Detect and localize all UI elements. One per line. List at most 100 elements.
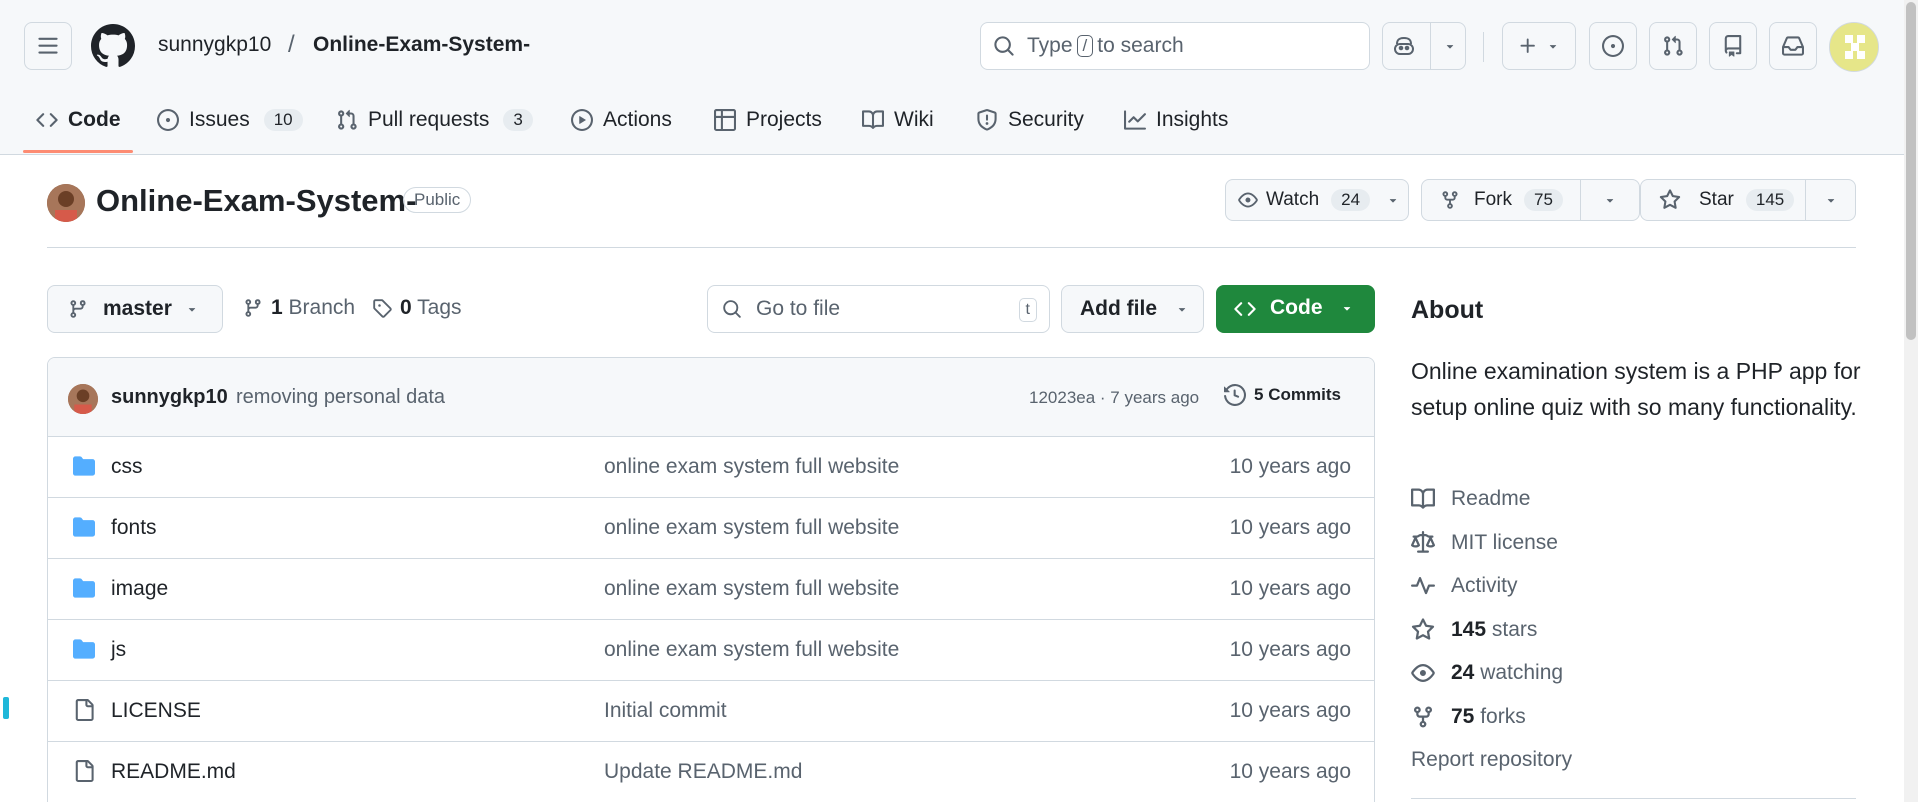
branches-link[interactable]: 1 Branch: [243, 296, 355, 320]
table-row[interactable]: image online exam system full website 10…: [48, 559, 1374, 620]
about-description: Online examination system is a PHP app f…: [1411, 358, 1861, 420]
commit-hash-age[interactable]: 12023ea · 7 years ago: [1029, 388, 1199, 408]
file-name[interactable]: image: [111, 577, 168, 601]
watchers-link[interactable]: 24 watching: [1411, 661, 1563, 685]
eye-icon: [1411, 661, 1435, 685]
readme-link[interactable]: Readme: [1411, 487, 1530, 511]
chevron-down-icon[interactable]: [1581, 180, 1639, 220]
stars-label: stars: [1491, 618, 1538, 641]
repo-icon: [1722, 35, 1744, 57]
github-logo-icon[interactable]: [91, 24, 135, 68]
breadcrumb-separator: /: [288, 31, 295, 58]
branches-label: Branch: [288, 296, 356, 319]
add-file-button[interactable]: Add file: [1061, 285, 1204, 333]
file-name[interactable]: LICENSE: [111, 699, 201, 723]
folder-icon: [72, 577, 96, 599]
file-commit-message[interactable]: online exam system full website: [604, 455, 899, 479]
latest-commit-row: sunnygkp10 removing personal data 12023e…: [48, 358, 1374, 437]
page-scrollbar-thumb[interactable]: [1906, 2, 1916, 340]
git-pull-request-icon: [336, 109, 358, 131]
file-name[interactable]: js: [111, 638, 126, 662]
chevron-down-icon[interactable]: [1378, 180, 1408, 220]
file-name[interactable]: README.md: [111, 760, 236, 784]
tab-issues[interactable]: Issues 10: [157, 102, 303, 138]
branch-selector[interactable]: master: [47, 285, 223, 333]
file-commit-message[interactable]: online exam system full website: [604, 577, 899, 601]
tab-code[interactable]: Code: [36, 102, 121, 138]
folder-icon: [72, 638, 96, 660]
tab-security[interactable]: Security: [976, 102, 1084, 138]
tags-link[interactable]: 0 Tags: [372, 296, 462, 320]
file-commit-message[interactable]: Update README.md: [604, 760, 802, 784]
table-row[interactable]: fonts online exam system full website 10…: [48, 498, 1374, 559]
fork-button[interactable]: Fork 75: [1421, 179, 1640, 221]
visibility-badge: Public: [403, 187, 472, 213]
repo-owner-link[interactable]: sunnygkp10: [158, 33, 271, 57]
chevron-down-icon: [1175, 302, 1189, 316]
file-icon: [72, 760, 96, 782]
tab-actions[interactable]: Actions: [571, 102, 672, 138]
add-file-label: Add file: [1080, 297, 1157, 320]
folder-icon: [72, 455, 96, 477]
commits-label: Commits: [1268, 385, 1341, 404]
commit-message[interactable]: removing personal data: [236, 386, 445, 409]
commit-author-avatar[interactable]: [68, 384, 98, 414]
tab-insights[interactable]: Insights: [1124, 102, 1228, 138]
file-commit-message[interactable]: online exam system full website: [604, 638, 899, 662]
book-icon: [862, 109, 884, 131]
activity-label: Activity: [1451, 574, 1518, 597]
commits-count: 5: [1254, 385, 1264, 404]
tab-label: Security: [1008, 108, 1084, 131]
stars-link[interactable]: 145 stars: [1411, 618, 1537, 642]
repo-name-link[interactable]: Online-Exam-System-: [313, 33, 530, 57]
inbox-button[interactable]: [1769, 22, 1817, 70]
tab-wiki[interactable]: Wiki: [862, 102, 934, 138]
pull-requests-button[interactable]: [1649, 22, 1697, 70]
menu-button[interactable]: [24, 22, 72, 70]
issues-button[interactable]: [1589, 22, 1637, 70]
report-repository-link[interactable]: Report repository: [1411, 748, 1572, 772]
about-heading: About: [1411, 296, 1484, 324]
go-to-file-shortcut: t: [1018, 298, 1037, 322]
history-icon: [1224, 384, 1246, 406]
side-indicator: [3, 697, 9, 719]
star-icon: [1659, 189, 1681, 211]
table-row[interactable]: css online exam system full website 10 y…: [48, 437, 1374, 498]
create-new-button[interactable]: [1502, 22, 1576, 70]
watch-button[interactable]: Watch 24: [1225, 179, 1409, 221]
table-row[interactable]: js online exam system full website 10 ye…: [48, 620, 1374, 681]
code-button[interactable]: Code: [1216, 285, 1375, 333]
tab-label: Code: [68, 108, 121, 131]
table-row[interactable]: README.md Update README.md 10 years ago: [48, 742, 1374, 802]
search-input[interactable]: Type / to search: [980, 22, 1370, 70]
star-button[interactable]: Star 145: [1640, 179, 1856, 221]
chevron-down-icon[interactable]: [1443, 39, 1457, 53]
license-link[interactable]: MIT license: [1411, 531, 1558, 555]
commit-author[interactable]: sunnygkp10: [111, 386, 228, 409]
activity-link[interactable]: Activity: [1411, 574, 1518, 598]
table-row[interactable]: LICENSE Initial commit 10 years ago: [48, 681, 1374, 742]
watching-count: 24: [1451, 661, 1475, 684]
forks-link[interactable]: 75 forks: [1411, 705, 1526, 729]
file-name[interactable]: css: [111, 455, 143, 479]
file-commit-message[interactable]: Initial commit: [604, 699, 727, 723]
chevron-down-icon: [1340, 301, 1354, 315]
file-commit-message[interactable]: online exam system full website: [604, 516, 899, 540]
tab-projects[interactable]: Projects: [714, 102, 822, 138]
user-avatar[interactable]: [1829, 22, 1879, 72]
go-to-file-input[interactable]: Go to file t: [707, 285, 1050, 333]
chevron-down-icon[interactable]: [1806, 180, 1855, 220]
tab-label: Projects: [746, 108, 822, 131]
file-name[interactable]: fonts: [111, 516, 157, 540]
repositories-button[interactable]: [1709, 22, 1757, 70]
graph-icon: [1124, 109, 1146, 131]
repo-title[interactable]: Online-Exam-System-: [96, 183, 416, 219]
owner-avatar[interactable]: [47, 184, 85, 222]
commits-link[interactable]: 5 Commits: [1224, 384, 1341, 406]
issue-opened-icon: [157, 109, 179, 131]
tab-pull-requests[interactable]: Pull requests 3: [336, 102, 533, 138]
copilot-button[interactable]: [1382, 22, 1466, 70]
fork-count: 75: [1524, 189, 1563, 211]
copilot-icon: [1392, 35, 1416, 57]
file-icon: [72, 699, 96, 721]
